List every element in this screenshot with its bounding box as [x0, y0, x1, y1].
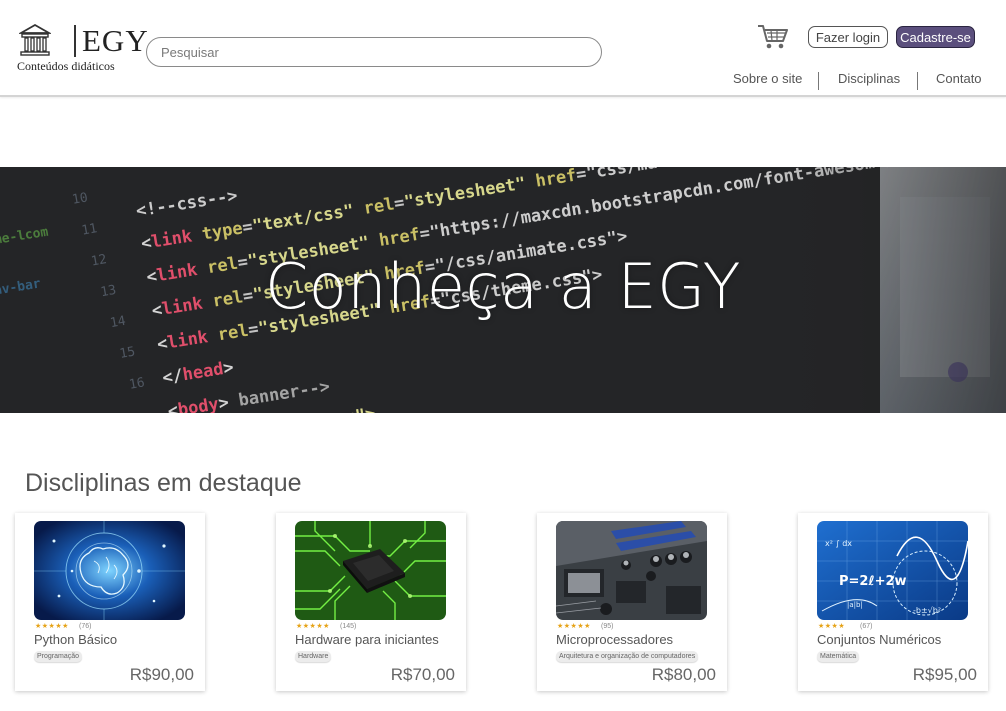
shopping-cart-icon[interactable]	[757, 24, 789, 50]
hero-title: Conheça a EGY	[265, 250, 741, 323]
rating-count: (76)	[79, 623, 92, 630]
brand-tagline: Conteúdos didáticos	[17, 59, 115, 73]
category-tag[interactable]: Programação	[34, 651, 83, 662]
course-image-hardware	[295, 521, 446, 620]
rating-stars: ★★★★	[818, 623, 846, 630]
course-title[interactable]: Conjuntos Numéricos	[817, 632, 941, 647]
featured-section-title: Discliplinas em destaque	[25, 469, 302, 497]
nav-divider	[818, 72, 819, 90]
logo-divider	[74, 25, 76, 57]
brand-name: EGY	[82, 23, 149, 58]
nav-item-disciplinas[interactable]: Disciplinas	[838, 71, 900, 86]
course-card-hardware[interactable]: ★★★★★ (145) Hardware para iniciantes Har…	[276, 513, 466, 691]
login-button[interactable]: Fazer login	[808, 26, 888, 48]
course-title[interactable]: Hardware para iniciantes	[295, 632, 439, 647]
category-tag[interactable]: Matemática	[817, 651, 860, 662]
rating-count: (67)	[860, 623, 873, 630]
search-input[interactable]	[146, 37, 602, 67]
rating-stars: ★★★★★	[296, 623, 330, 630]
course-price: R$70,00	[390, 665, 455, 684]
nav-item-contato[interactable]: Contato	[936, 71, 982, 86]
svg-text:-b±√b²: -b±√b²	[913, 606, 941, 615]
site-header: EGY Conteúdos didáticos Fazer login Cada…	[0, 0, 1006, 97]
nav-item-sobre[interactable]: Sobre o site	[733, 71, 802, 86]
rating-count: (95)	[601, 623, 614, 630]
course-card-microprocessadores[interactable]: ★★★★★ (95) Microprocessadores Arquitetur…	[537, 513, 727, 691]
brand-logo[interactable]: EGY Conteúdos didáticos	[17, 22, 148, 74]
signup-button[interactable]: Cadastre-se	[896, 26, 975, 48]
svg-text:|a|b|: |a|b|	[847, 601, 863, 609]
course-image-microprocessadores	[556, 521, 707, 620]
rating-stars: ★★★★★	[557, 623, 591, 630]
course-title[interactable]: Microprocessadores	[556, 632, 673, 647]
rating-count: (145)	[340, 623, 357, 630]
course-card-python[interactable]: ★★★★★ (76) Python Básico Programação R$9…	[15, 513, 205, 691]
category-tag[interactable]: Arquitetura e organização de computadore…	[556, 651, 699, 662]
course-price: R$80,00	[651, 665, 716, 684]
category-tag[interactable]: Hardware	[295, 651, 332, 662]
rating-stars: ★★★★★	[35, 623, 69, 630]
svg-text:x² ∫ dx: x² ∫ dx	[825, 539, 852, 548]
museum-icon	[19, 23, 51, 56]
course-card-conjuntos[interactable]: P=2ℓ+2w x² ∫ dx -b±√b² |a|b| ★★★★ (67) C…	[798, 513, 988, 691]
course-image-python	[34, 521, 185, 620]
nav-divider	[917, 72, 918, 90]
course-title[interactable]: Python Básico	[34, 632, 117, 647]
svg-text:P=2ℓ+2w: P=2ℓ+2w	[839, 574, 907, 589]
course-price: R$95,00	[912, 665, 977, 684]
hero-banner: 101112 131415 16 <!--css--> <link type="…	[0, 167, 1006, 413]
course-price: R$90,00	[129, 665, 194, 684]
course-image-conjuntos: P=2ℓ+2w x² ∫ dx -b±√b² |a|b|	[817, 521, 968, 620]
